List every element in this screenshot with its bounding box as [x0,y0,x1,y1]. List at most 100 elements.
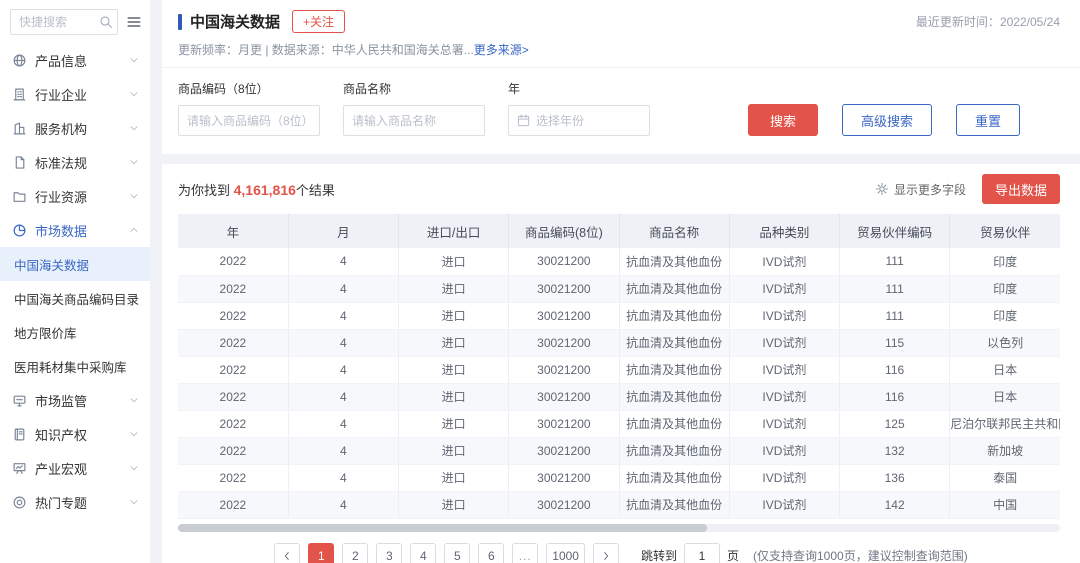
column-header: 商品名称 [619,214,729,248]
sidebar-subitem-label: 医用耗材集中采购库 [14,357,127,376]
field-label: 年 [508,80,650,97]
column-header: 贸易伙伴编码 [840,214,950,248]
section-divider-band [162,154,1080,164]
table-header-row: 年月进口/出口商品编码(8位)商品名称品种类别贸易伙伴编码贸易伙伴 [178,214,1060,248]
follow-button[interactable]: +关注 [292,10,345,33]
sidebar-item-label: 服务机构 [35,119,87,138]
last-updated: 最近更新时间：2022/05/24 [916,13,1060,30]
table-cell: 印度 [950,275,1060,302]
page-button-5[interactable]: 5 [444,543,470,563]
market-data-icon [12,223,27,238]
jump-page-input[interactable] [684,543,720,563]
table-cell: 30021200 [509,275,619,302]
sidebar-subitem-8[interactable]: 地方限价库 [0,315,150,349]
sidebar-item-2[interactable]: 服务机构 [0,111,150,145]
more-pages-button[interactable]: ... [512,543,538,563]
field-year: 年 选择年份 [508,80,650,136]
table-cell: 抗血清及其他血份 [619,383,729,410]
sidebar-item-0[interactable]: 产品信息 [0,43,150,77]
page-button-1[interactable]: 1 [308,543,334,563]
table-cell: 142 [840,491,950,518]
table-cell: 进口 [399,383,509,410]
advanced-search-button[interactable]: 高级搜索 [842,104,932,136]
industry-enterprise-icon [12,87,27,102]
table-cell: 4 [288,329,398,356]
horizontal-scrollbar-thumb[interactable] [178,524,707,532]
sidebar-item-label: 市场数据 [35,221,87,240]
chevron-down-icon [128,156,140,168]
year-picker[interactable]: 选择年份 [508,105,650,136]
table-cell: 泰国 [950,464,1060,491]
pagination: 123456...1000 跳转到 页 (仅支持查询1000页，建议控制查询范围… [178,543,1060,563]
table-cell: IVD试剂 [729,248,839,275]
export-data-button[interactable]: 导出数据 [982,174,1060,204]
table-cell: 111 [840,302,950,329]
table-cell: 4 [288,275,398,302]
next-page-button[interactable] [593,543,619,563]
prev-page-button[interactable] [274,543,300,563]
results-count: 4,161,816 [234,182,296,198]
field-product-code: 商品编码（8位） [178,80,320,136]
page-button-6[interactable]: 6 [478,543,504,563]
sidebar-item-3[interactable]: 标准法规 [0,145,150,179]
chevron-down-icon [128,394,140,406]
sidebar-item-label: 市场监管 [35,391,87,410]
table-cell: 抗血清及其他血份 [619,248,729,275]
table-cell: 30021200 [509,302,619,329]
table-cell: 30021200 [509,491,619,518]
table-cell: 2022 [178,302,288,329]
table-cell: IVD试剂 [729,464,839,491]
table-cell: 进口 [399,491,509,518]
sidebar-item-4[interactable]: 行业资源 [0,179,150,213]
column-header: 商品编码(8位) [509,214,619,248]
sidebar-item-12[interactable]: 产业宏观 [0,451,150,485]
page-button-1000[interactable]: 1000 [546,543,585,563]
search-button[interactable]: 搜索 [748,104,818,136]
sidebar-subitem-label: 中国海关数据 [14,255,89,274]
table-cell: 中国 [950,491,1060,518]
table-cell: 进口 [399,275,509,302]
sidebar-item-13[interactable]: 热门专题 [0,485,150,519]
chevron-left-icon [281,550,293,562]
sidebar-item-10[interactable]: 市场监管 [0,383,150,417]
sidebar-item-label: 热门专题 [35,493,87,512]
sidebar-subitem-9[interactable]: 医用耗材集中采购库 [0,349,150,383]
market-supervision-icon [12,393,27,408]
sidebar-item-1[interactable]: 行业企业 [0,77,150,111]
table-body: 20224进口30021200抗血清及其他血份IVD试剂111印度20224进口… [178,248,1060,518]
sidebar-nav: 产品信息行业企业服务机构标准法规行业资源市场数据中国海关数据中国海关商品编码目录… [0,43,150,519]
chevron-down-icon [128,54,140,66]
table-cell: 132 [840,437,950,464]
column-header: 月 [288,214,398,248]
more-sources-link[interactable]: 更多来源> [474,43,529,57]
table-cell: 抗血清及其他血份 [619,491,729,518]
page-button-4[interactable]: 4 [410,543,436,563]
table-cell: 印度 [950,302,1060,329]
gear-icon [875,182,889,196]
menu-toggle-icon[interactable] [126,14,142,30]
table-cell: IVD试剂 [729,302,839,329]
product-name-input[interactable] [343,105,485,136]
column-header: 贸易伙伴 [950,214,1060,248]
table-cell: 抗血清及其他血份 [619,464,729,491]
table-cell: 进口 [399,437,509,464]
table-cell: 30021200 [509,410,619,437]
sidebar-subitem-label: 地方限价库 [14,323,77,342]
table-row: 20224进口30021200抗血清及其他血份IVD试剂116日本 [178,356,1060,383]
table-cell: 115 [840,329,950,356]
product-code-input[interactable] [178,105,320,136]
sidebar-main-divider [150,0,162,563]
main-content: 中国海关数据 +关注 最近更新时间：2022/05/24 更新频率：月更 | 数… [162,0,1080,563]
show-more-fields-button[interactable]: 显示更多字段 [875,181,966,198]
sidebar-item-11[interactable]: 知识产权 [0,417,150,451]
table-cell: 4 [288,491,398,518]
table-row: 20224进口30021200抗血清及其他血份IVD试剂111印度 [178,302,1060,329]
sidebar-subitem-6[interactable]: 中国海关数据 [0,247,150,281]
sidebar-subitem-7[interactable]: 中国海关商品编码目录 [0,281,150,315]
sidebar-item-5[interactable]: 市场数据 [0,213,150,247]
page-button-2[interactable]: 2 [342,543,368,563]
reset-button[interactable]: 重置 [956,104,1020,136]
results-bar: 为你找到 4,161,816个结果 显示更多字段 导出数据 [178,174,1060,204]
page-button-3[interactable]: 3 [376,543,402,563]
table-cell: 116 [840,356,950,383]
